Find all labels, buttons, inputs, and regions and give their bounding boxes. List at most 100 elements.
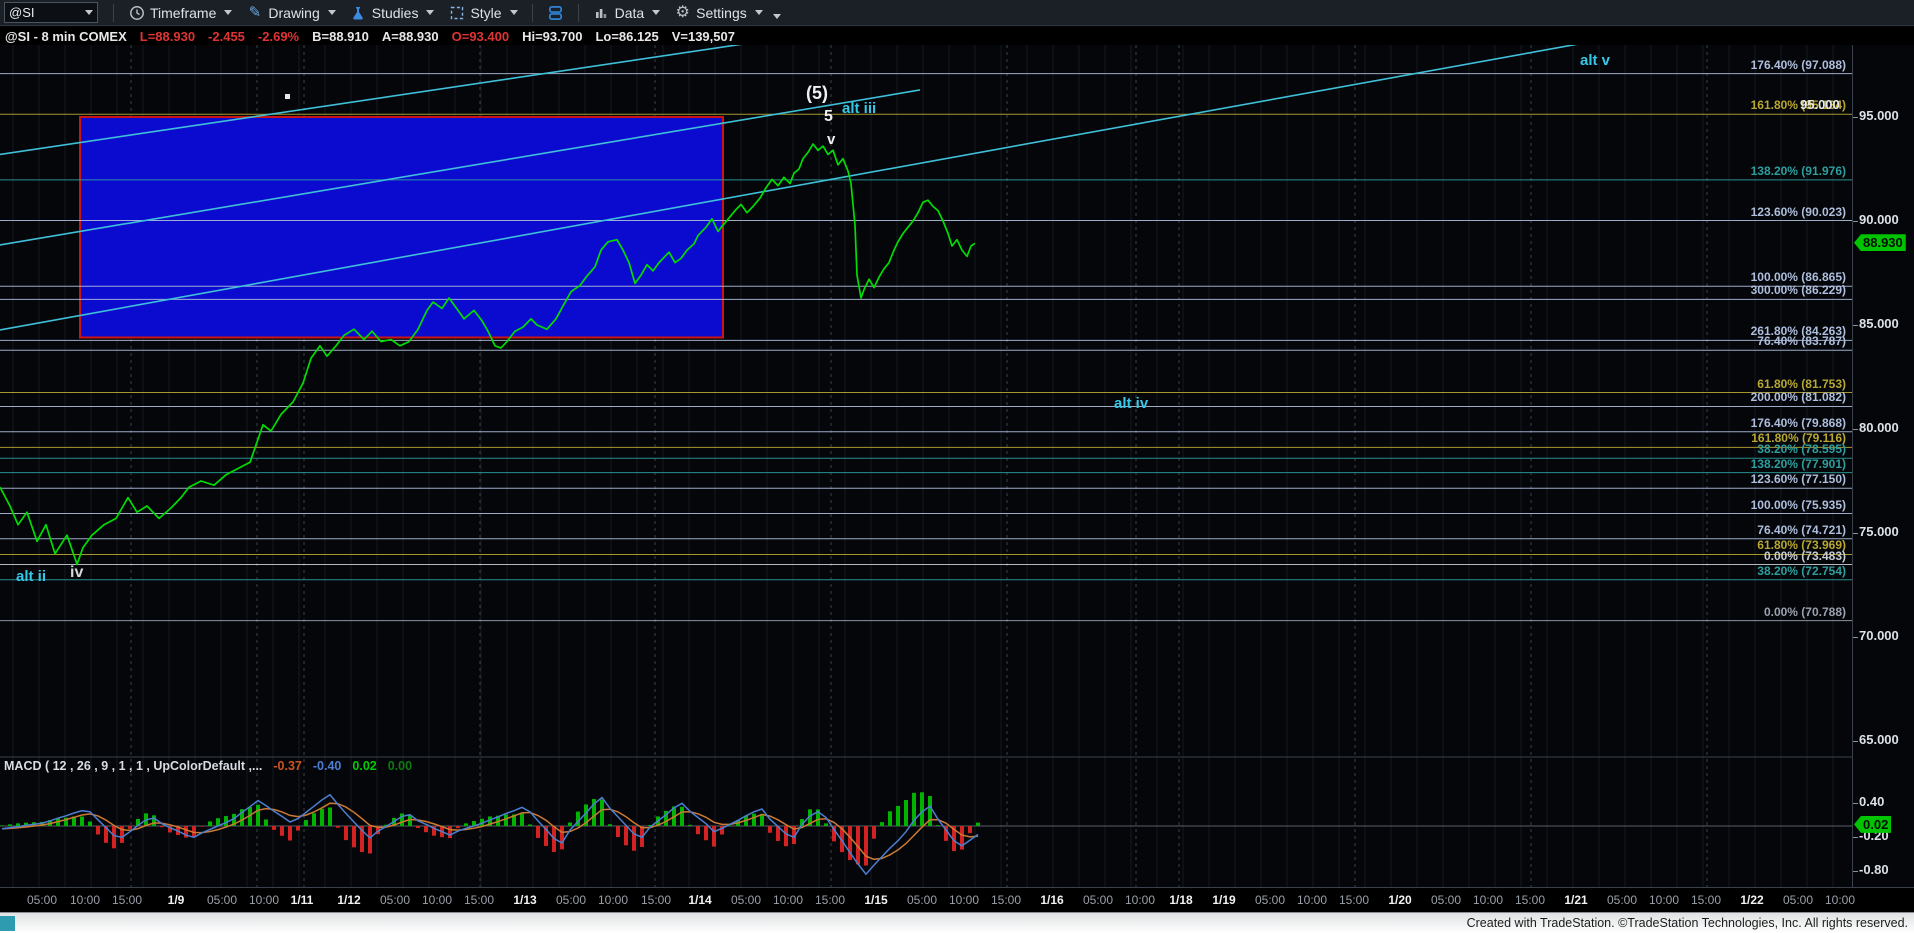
price-axis-label: 65.000 — [1859, 732, 1899, 747]
quote-volume: V=139,507 — [672, 29, 735, 44]
macd-axis-tick — [1853, 871, 1858, 872]
macd-hist-value: 0.02 — [352, 759, 376, 773]
quote-open: O=93.400 — [452, 29, 509, 44]
last-price-tag: 88.930 — [1854, 234, 1906, 251]
more-tools-caret[interactable] — [773, 14, 781, 19]
time-label: 05:00 — [556, 893, 586, 907]
quote-bar: @SI - 8 min COMEX L=88.930 -2.455 -2.69%… — [0, 27, 1914, 45]
time-label: 05:00 — [1255, 893, 1285, 907]
time-label: 15:00 — [815, 893, 845, 907]
macd-label[interactable]: MACD ( 12 , 26 , 9 , 1 , 1 , UpColorDefa… — [4, 759, 262, 773]
time-label: 05:00 — [907, 893, 937, 907]
price-axis-label: 70.000 — [1859, 628, 1899, 643]
flask-icon — [350, 4, 367, 21]
price-axis-label: 90.000 — [1859, 212, 1899, 227]
price-axis-tick — [1853, 429, 1858, 430]
toolbar-divider — [532, 4, 533, 22]
date-label: 1/14 — [688, 893, 711, 907]
macd-value-tag: 0.02 — [1854, 816, 1891, 833]
date-label: 1/9 — [168, 893, 185, 907]
symbol-select[interactable]: @SI — [4, 2, 98, 23]
macd-signal-value: -0.37 — [273, 759, 302, 773]
time-label: 15:00 — [464, 893, 494, 907]
macd-axis-label: -0.80 — [1859, 862, 1889, 877]
price-axis-tick — [1853, 533, 1858, 534]
time-label: 15:00 — [641, 893, 671, 907]
menu-drawing[interactable]: ✎ Drawing — [239, 1, 342, 25]
macd-axis-tick — [1853, 837, 1858, 838]
menu-data[interactable]: Data — [586, 1, 668, 25]
price-axis[interactable]: 95.000 90.000 85.000 80.000 75.000 70.000 65.0… — [1852, 45, 1914, 887]
date-label: 1/22 — [1740, 893, 1763, 907]
quote-ask: A=88.930 — [382, 29, 439, 44]
price-axis-label: 80.000 — [1859, 420, 1899, 435]
menu-timeframe[interactable]: Timeframe — [121, 1, 239, 25]
macd-indicator-row: MACD ( 12 , 26 , 9 , 1 , 1 , UpColorDefa… — [4, 759, 412, 773]
macd-axis-label: 0.40 — [1859, 794, 1884, 809]
time-label: 10:00 — [949, 893, 979, 907]
time-label: 05:00 — [27, 893, 57, 907]
date-label: 1/20 — [1388, 893, 1411, 907]
menu-settings[interactable]: ⚙ Settings — [667, 1, 770, 25]
price-axis-label: 95.000 — [1859, 108, 1899, 123]
gear-icon: ⚙ — [674, 4, 691, 21]
date-label: 1/19 — [1212, 893, 1235, 907]
chevron-down-icon — [328, 10, 336, 15]
tradestation-window: { "toolbar": { "symbol": "@SI", "menus":… — [0, 0, 1914, 933]
time-label: 05:00 — [1083, 893, 1113, 907]
price-axis-tick — [1853, 325, 1858, 326]
toolbar: @SI Timeframe ✎ Drawing Studies Style — [0, 0, 1914, 26]
time-label: 05:00 — [207, 893, 237, 907]
toolbar-divider — [113, 4, 114, 22]
chevron-down-icon — [510, 10, 518, 15]
price-axis-tick — [1853, 741, 1858, 742]
time-label: 05:00 — [731, 893, 761, 907]
time-label: 10:00 — [773, 893, 803, 907]
chevron-down-icon — [426, 10, 434, 15]
date-label: 1/15 — [864, 893, 887, 907]
quote-change: -2.455 — [208, 29, 245, 44]
menu-data-label: Data — [615, 5, 645, 21]
price-axis-tick — [1853, 117, 1858, 118]
symbol-select-value: @SI — [9, 5, 34, 20]
time-axis[interactable]: 05:0010:0015:001/905:0010:001/111/1205:0… — [0, 887, 1914, 913]
date-label: 1/12 — [337, 893, 360, 907]
layers-icon — [547, 4, 564, 21]
footer-bar: Created with TradeStation. ©TradeStation… — [0, 912, 1914, 933]
quote-high: Hi=93.700 — [522, 29, 582, 44]
menu-drawing-label: Drawing — [268, 5, 319, 21]
chevron-down-icon — [755, 10, 763, 15]
time-label: 10:00 — [598, 893, 628, 907]
macd-line-value: -0.40 — [313, 759, 342, 773]
menu-style-label: Style — [470, 5, 501, 21]
quote-last: L=88.930 — [140, 29, 195, 44]
time-label: 10:00 — [249, 893, 279, 907]
price-axis-label: 75.000 — [1859, 524, 1899, 539]
time-label: 05:00 — [1607, 893, 1637, 907]
macd-axis-tick — [1853, 803, 1858, 804]
chevron-down-icon[interactable] — [85, 10, 93, 15]
date-label: 1/21 — [1564, 893, 1587, 907]
time-label: 15:00 — [1515, 893, 1545, 907]
time-label: 10:00 — [70, 893, 100, 907]
price-axis-tick — [1853, 221, 1858, 222]
menu-style[interactable]: Style — [441, 1, 524, 25]
toolbar-divider — [578, 4, 579, 22]
date-label: 1/16 — [1040, 893, 1063, 907]
price-axis-tick — [1853, 637, 1858, 638]
time-label: 15:00 — [991, 893, 1021, 907]
quote-low: Lo=86.125 — [595, 29, 658, 44]
quote-change-pct: -2.69% — [258, 29, 299, 44]
layout-layers-button[interactable] — [540, 1, 571, 25]
time-label: 05:00 — [1783, 893, 1813, 907]
price-axis-label: 85.000 — [1859, 316, 1899, 331]
credit-text: Created with TradeStation. ©TradeStation… — [1467, 916, 1908, 930]
tradestation-logo-icon — [0, 916, 15, 931]
bar-chart-icon — [593, 4, 610, 21]
date-label: 1/18 — [1169, 893, 1192, 907]
time-label: 15:00 — [1339, 893, 1369, 907]
time-label: 10:00 — [1125, 893, 1155, 907]
time-label: 15:00 — [112, 893, 142, 907]
quote-bid: B=88.910 — [312, 29, 369, 44]
menu-studies[interactable]: Studies — [343, 1, 442, 25]
